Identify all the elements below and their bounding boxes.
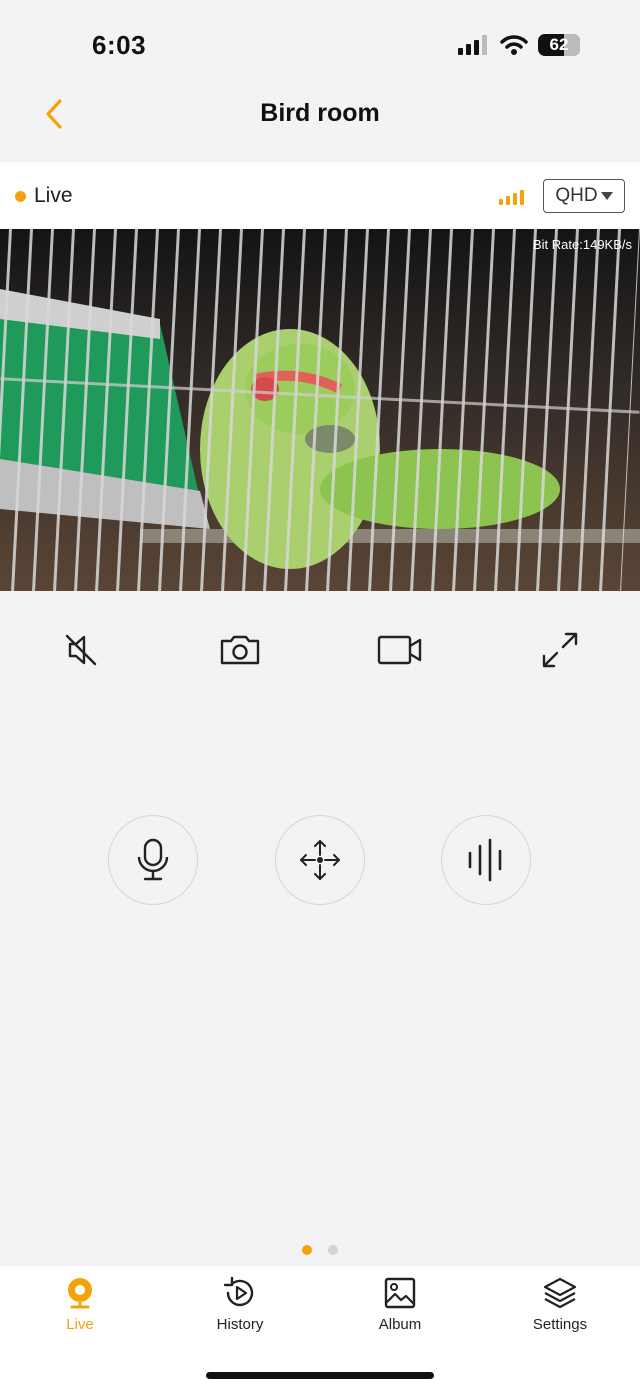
- tab-live[interactable]: Live: [10, 1276, 150, 1333]
- album-icon: [384, 1277, 416, 1309]
- voice-wave-icon: [468, 838, 502, 882]
- fullscreen-icon: [542, 632, 578, 668]
- voice-call-button[interactable]: [441, 815, 531, 905]
- tab-album-label: Album: [378, 1316, 422, 1333]
- mute-button[interactable]: [58, 626, 106, 674]
- mute-icon: [65, 634, 97, 666]
- layers-icon: [543, 1277, 577, 1309]
- battery-indicator: 62: [538, 34, 580, 56]
- home-indicator: [206, 1372, 434, 1379]
- page-dot: [328, 1245, 338, 1255]
- cellular-signal-icon: [458, 35, 487, 55]
- dropdown-arrow-icon: [600, 192, 613, 200]
- tab-live-label: Live: [66, 1316, 94, 1333]
- ptz-control-button[interactable]: [275, 815, 365, 905]
- fullscreen-button[interactable]: [536, 626, 584, 674]
- microphone-icon: [137, 838, 169, 881]
- history-icon: [223, 1276, 254, 1307]
- page-dot-active: [302, 1245, 312, 1255]
- quality-value: QHD: [555, 185, 598, 206]
- tab-history[interactable]: History: [170, 1276, 310, 1333]
- live-label: Live: [34, 184, 73, 207]
- snapshot-button[interactable]: [216, 626, 264, 674]
- wifi-icon: [500, 35, 528, 55]
- status-icons: 62: [458, 34, 580, 56]
- bit-rate-label: Bit Rate:149KB/s: [533, 237, 632, 252]
- record-button[interactable]: [376, 626, 424, 674]
- tab-history-label: History: [216, 1316, 264, 1333]
- live-camera-icon: [68, 1278, 92, 1309]
- tab-settings-label: Settings: [532, 1316, 588, 1333]
- video-record-icon: [377, 635, 422, 665]
- pan-tilt-icon: [300, 840, 340, 880]
- talk-button[interactable]: [108, 815, 198, 905]
- tab-settings[interactable]: Settings: [490, 1276, 630, 1333]
- battery-level: 62: [549, 35, 569, 54]
- signal-strength-icon: [499, 190, 524, 205]
- camera-icon: [220, 635, 260, 665]
- video-frame-image: [0, 229, 640, 591]
- tab-album[interactable]: Album: [330, 1276, 470, 1333]
- live-indicator-dot: [15, 191, 26, 202]
- quality-selector[interactable]: QHD: [543, 179, 625, 213]
- status-time: 6:03: [92, 30, 147, 60]
- page-title: Bird room: [260, 99, 380, 127]
- live-video-feed[interactable]: [0, 229, 640, 591]
